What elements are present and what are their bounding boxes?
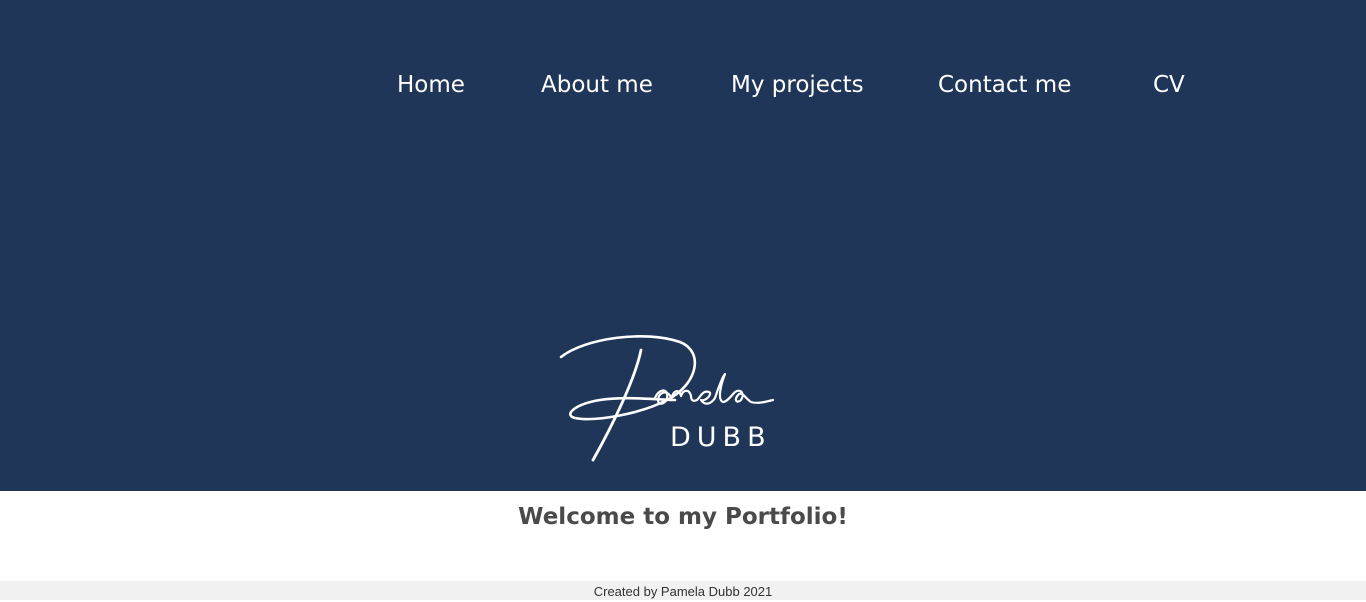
footer: Created by Pamela Dubb 2021 xyxy=(0,581,1366,600)
nav-item-home[interactable]: Home xyxy=(397,68,465,102)
main-nav: Home About me My projects Contact me CV xyxy=(0,68,1366,102)
welcome-heading: Welcome to my Portfolio! xyxy=(518,504,848,530)
hero-banner: Home About me My projects Contact me CV … xyxy=(0,0,1366,491)
nav-item-cv[interactable]: CV xyxy=(1153,68,1185,102)
footer-credit: Created by Pamela Dubb 2021 xyxy=(593,584,773,599)
logo-subtitle: DUBB xyxy=(670,422,772,453)
nav-item-my-projects[interactable]: My projects xyxy=(731,68,864,102)
nav-item-contact-me[interactable]: Contact me xyxy=(938,68,1071,102)
nav-item-about-me[interactable]: About me xyxy=(541,68,653,102)
